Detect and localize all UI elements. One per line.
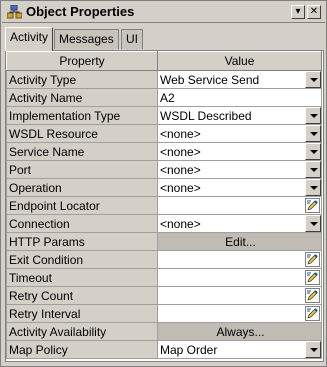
- value-editor-endpoint-locator[interactable]: [157, 196, 322, 215]
- object-properties-window: Object Properties ▾ ✕ Activity Messages …: [0, 0, 327, 367]
- pencil-editor-icon[interactable]: [305, 288, 320, 303]
- chevron-down-icon[interactable]: [305, 215, 321, 232]
- dropdown-value: <none>: [160, 126, 201, 141]
- close-icon[interactable]: ✕: [307, 5, 321, 19]
- table-row[interactable]: Activity Type Web Service Send: [6, 70, 322, 89]
- table-row[interactable]: Operation <none>: [6, 178, 322, 197]
- input-value: A2: [160, 90, 175, 105]
- table-row[interactable]: Retry Interval: [6, 304, 322, 323]
- button-label: Edit...: [225, 234, 256, 249]
- value-editor-retry-interval[interactable]: [157, 304, 322, 323]
- value-dropdown-connection[interactable]: <none>: [157, 214, 322, 233]
- table-row[interactable]: Retry Count: [6, 286, 322, 305]
- property-label-connection: Connection: [6, 214, 158, 233]
- property-label-activity-name: Activity Name: [6, 88, 158, 107]
- table-row[interactable]: Exit Condition: [6, 250, 322, 269]
- dropdown-value: <none>: [160, 180, 201, 195]
- value-dropdown-map-policy[interactable]: Map Order: [157, 340, 322, 359]
- value-editor-exit-condition[interactable]: [157, 250, 322, 269]
- chevron-down-icon[interactable]: [305, 179, 321, 196]
- pencil-editor-icon[interactable]: [305, 270, 320, 285]
- tab-messages[interactable]: Messages: [54, 29, 119, 49]
- chevron-down-icon[interactable]: ▾: [291, 5, 305, 19]
- table-row[interactable]: Service Name <none>: [6, 142, 322, 161]
- dropdown-value: Web Service Send: [160, 72, 260, 87]
- property-label-wsdl-resource: WSDL Resource: [6, 124, 158, 143]
- chevron-down-icon[interactable]: [305, 341, 321, 358]
- object-properties-icon: [7, 5, 22, 19]
- value-dropdown-activity-type[interactable]: Web Service Send: [157, 70, 322, 89]
- value-input-activity-name[interactable]: A2: [157, 88, 322, 107]
- table-row[interactable]: Endpoint Locator: [6, 196, 322, 215]
- dropdown-value: Map Order: [160, 342, 218, 357]
- value-dropdown-operation[interactable]: <none>: [157, 178, 322, 197]
- tab-activity[interactable]: Activity: [5, 27, 54, 51]
- property-label-endpoint-locator: Endpoint Locator: [6, 196, 158, 215]
- value-dropdown-port[interactable]: <none>: [157, 160, 322, 179]
- chevron-down-icon[interactable]: [305, 125, 321, 142]
- property-label-map-policy: Map Policy: [6, 340, 158, 359]
- dropdown-value: WSDL Described: [160, 108, 252, 123]
- pencil-editor-icon[interactable]: [305, 198, 320, 213]
- pencil-editor-icon[interactable]: [305, 306, 320, 321]
- property-label-activity-availability: Activity Availability: [6, 322, 158, 341]
- property-label-activity-type: Activity Type: [6, 70, 158, 89]
- value-editor-timeout[interactable]: [157, 268, 322, 287]
- button-label: Always...: [216, 324, 265, 339]
- value-button-http-params[interactable]: Edit...: [157, 232, 322, 251]
- chevron-down-icon[interactable]: [305, 107, 321, 124]
- pencil-editor-icon[interactable]: [305, 252, 320, 267]
- dropdown-value: <none>: [160, 216, 201, 231]
- dropdown-value: <none>: [160, 144, 201, 159]
- dropdown-value: <none>: [160, 162, 201, 177]
- column-header-property[interactable]: Property: [6, 51, 158, 71]
- table-row[interactable]: Connection <none>: [6, 214, 322, 233]
- property-label-http-params: HTTP Params: [6, 232, 158, 251]
- property-label-operation: Operation: [6, 178, 158, 197]
- table-row[interactable]: HTTP Params Edit...: [6, 232, 322, 251]
- chevron-down-icon[interactable]: [305, 71, 321, 88]
- table-row[interactable]: WSDL Resource <none>: [6, 124, 322, 143]
- property-table: Property Value Activity Type Web Service …: [6, 51, 322, 359]
- value-dropdown-wsdl-resource[interactable]: <none>: [157, 124, 322, 143]
- chevron-down-icon[interactable]: [305, 161, 321, 178]
- table-row[interactable]: Implementation Type WSDL Described: [6, 106, 322, 125]
- property-label-retry-count: Retry Count: [6, 286, 158, 305]
- window-title: Object Properties: [26, 4, 135, 19]
- property-label-retry-interval: Retry Interval: [6, 304, 158, 323]
- title-bar[interactable]: Object Properties ▾ ✕: [2, 2, 325, 23]
- value-dropdown-service-name[interactable]: <none>: [157, 142, 322, 161]
- property-label-timeout: Timeout: [6, 268, 158, 287]
- property-label-implementation-type: Implementation Type: [6, 106, 158, 125]
- table-row[interactable]: Map Policy Map Order: [6, 340, 322, 359]
- chevron-down-icon[interactable]: [305, 143, 321, 160]
- table-row[interactable]: Port <none>: [6, 160, 322, 179]
- value-dropdown-implementation-type[interactable]: WSDL Described: [157, 106, 322, 125]
- property-label-exit-condition: Exit Condition: [6, 250, 158, 269]
- table-row[interactable]: Activity Name A2: [6, 88, 322, 107]
- tab-ui[interactable]: UI: [121, 29, 143, 49]
- value-button-activity-availability[interactable]: Always...: [157, 322, 322, 341]
- property-label-service-name: Service Name: [6, 142, 158, 161]
- property-grid: Property Value Activity Type Web Service …: [5, 50, 324, 362]
- value-editor-retry-count[interactable]: [157, 286, 322, 305]
- tab-strip: Activity Messages UI: [5, 27, 325, 51]
- column-header-value[interactable]: Value: [157, 51, 322, 71]
- table-row[interactable]: Activity Availability Always...: [6, 322, 322, 341]
- property-label-port: Port: [6, 160, 158, 179]
- table-row[interactable]: Timeout: [6, 268, 322, 287]
